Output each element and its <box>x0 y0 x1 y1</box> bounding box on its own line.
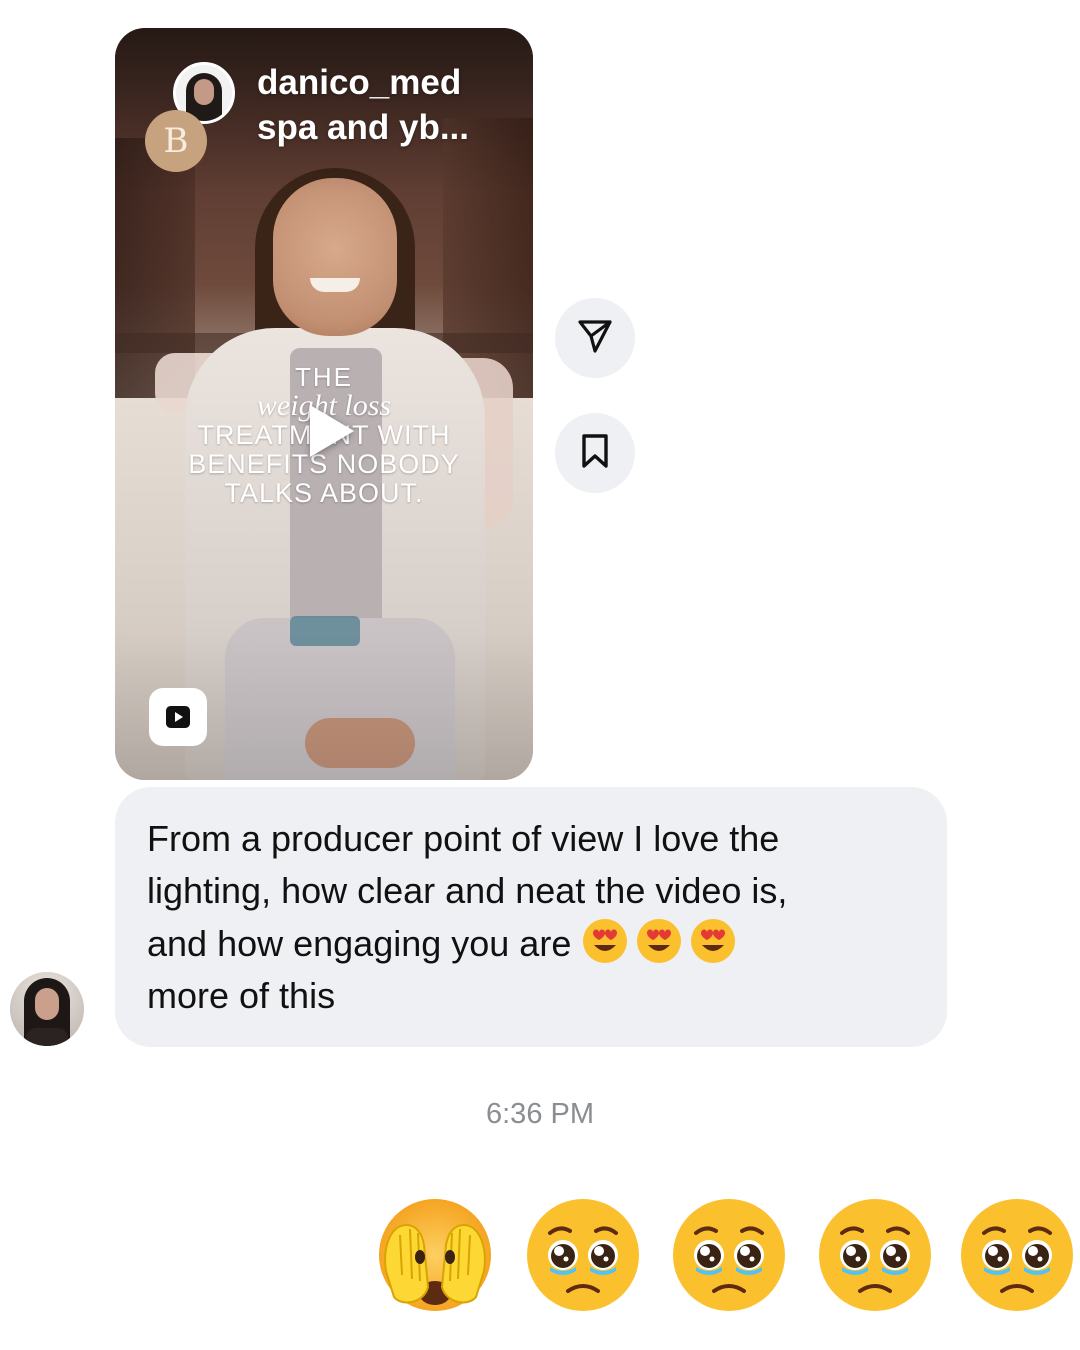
reel-account-title[interactable]: danico_med spa and yb... <box>257 60 469 150</box>
share-button[interactable] <box>555 298 635 378</box>
heart-eyes-emoji <box>581 917 629 965</box>
play-icon[interactable] <box>293 396 363 466</box>
heart-eyes-emoji <box>689 917 737 965</box>
message-text: From a producer point of view I love the… <box>147 813 915 1022</box>
brand-logo[interactable]: B <box>145 110 207 172</box>
dm-thread: B danico_med spa and yb... THE weight lo… <box>0 0 1080 1350</box>
message-timestamp: 6:36 PM <box>486 1098 594 1130</box>
bookmark-icon <box>578 432 612 475</box>
see-no-evil-face-emoji <box>372 1195 498 1321</box>
save-button[interactable] <box>555 413 635 493</box>
reply-emoji-message[interactable] <box>372 1195 1080 1325</box>
brand-logo-letter: B <box>163 121 189 161</box>
pleading-face-emoji <box>954 1195 1080 1321</box>
overlay-line: TALKS ABOUT. <box>224 478 424 508</box>
reel-account-title-line2: spa and yb... <box>257 108 469 147</box>
overlay-line: THE <box>295 362 353 392</box>
message-text-part: more of this <box>147 975 336 1016</box>
message-bubble[interactable]: From a producer point of view I love the… <box>115 787 947 1047</box>
send-icon <box>576 317 614 360</box>
pleading-face-emoji <box>666 1195 792 1321</box>
pleading-face-emoji <box>520 1195 646 1321</box>
pleading-face-emoji <box>812 1195 938 1321</box>
reel-account-title-line1: danico_med <box>257 63 462 102</box>
shared-reel-card[interactable]: B danico_med spa and yb... THE weight lo… <box>115 28 533 780</box>
reel-header[interactable]: B danico_med spa and yb... <box>145 58 525 172</box>
reels-icon <box>149 688 207 746</box>
sender-avatar[interactable] <box>10 972 84 1046</box>
heart-eyes-emoji <box>635 917 683 965</box>
